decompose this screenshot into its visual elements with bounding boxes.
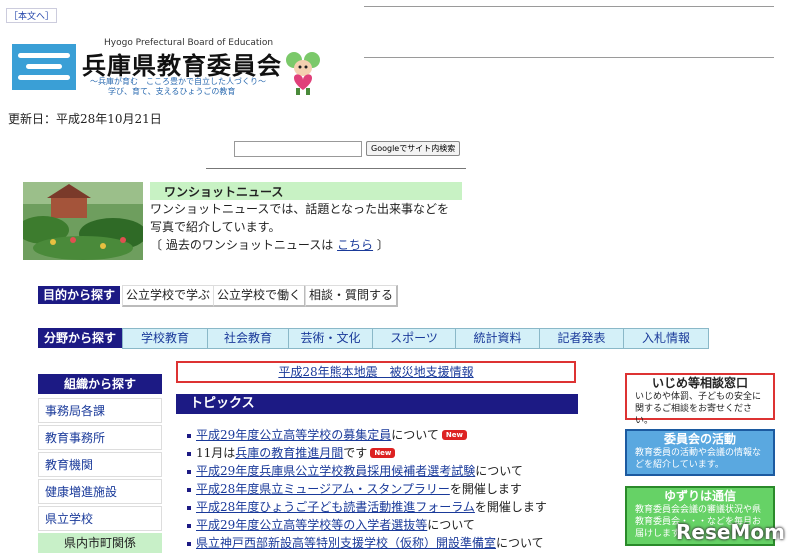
logo-band — [18, 53, 70, 58]
oneshot-news-header: ワンショットニュース — [150, 182, 462, 200]
topic-suffix: について — [475, 464, 523, 478]
topic-link[interactable]: 平成29年度兵庫県公立学校教員採用候補者選考試験 — [196, 464, 475, 478]
topic-item: 平成28年度ひょうご子ども読書活動推進フォーラムを開催します — [187, 499, 547, 516]
sidebar-item-health-facilities[interactable]: 健康増進施設 — [38, 479, 162, 504]
box-body: いじめや体罰、子どもの安全に関するご相談をお寄せください。 — [635, 392, 762, 426]
topic-suffix: を開催します — [449, 482, 522, 496]
purpose-work-button[interactable]: 公立学校で働く — [213, 285, 307, 307]
oneshot-past-line: 〔 過去のワンショットニュースは こちら 〕 — [150, 236, 470, 254]
field-tab-bidding[interactable]: 入札情報 — [623, 328, 709, 349]
topic-item: 11月は兵庫の教育推進月間です New — [186, 445, 396, 462]
oneshot-past-link[interactable]: こちら — [337, 238, 373, 252]
new-badge: New — [370, 448, 396, 458]
mascot-icon — [286, 52, 320, 95]
earthquake-support-banner[interactable]: 平成28年熊本地震 被災地支援情報 — [176, 361, 576, 383]
topic-prefix: 11月は — [196, 446, 236, 460]
purpose-nav-title: 目的から探す — [38, 286, 120, 304]
divider — [364, 6, 774, 7]
sidebar-item-institutions[interactable]: 教育機関 — [38, 452, 162, 477]
topic-suffix: について — [391, 428, 439, 442]
oneshot-news-body: ワンショットニュースでは、話題となった出来事などを 写真で紹介しています。 〔 … — [150, 200, 470, 254]
topic-item: 平成29年度兵庫県公立学校教員採用候補者選考試験について — [187, 463, 523, 480]
topic-suffix: について — [496, 536, 544, 550]
field-nav-title: 分野から探す — [38, 328, 122, 348]
topic-item: 県立神戸西部新設高等特別支援学校（仮称）開設準備室について — [187, 535, 544, 552]
topic-link[interactable]: 平成29年度公立高等学校等の入学者選抜等 — [196, 518, 427, 532]
watermark: ReseMom — [676, 520, 785, 544]
field-tab-press[interactable]: 記者発表 — [539, 328, 624, 349]
site-search-input[interactable] — [234, 141, 362, 157]
divider — [364, 57, 774, 58]
topic-item: 平成28年度県立ミュージアム・スタンプラリーを開催します — [187, 481, 522, 498]
field-tab-social-education[interactable]: 社会教育 — [207, 328, 289, 349]
board-logo[interactable] — [12, 44, 76, 90]
tagline-sub: 学び、育て、支えるひょうごの教育 — [108, 87, 236, 96]
topic-link[interactable]: 平成28年度県立ミュージアム・スタンプラリー — [196, 482, 450, 496]
bullying-consultation-box[interactable]: いじめ等相談窓口 いじめや体罰、子どもの安全に関するご相談をお寄せください。 — [625, 373, 775, 426]
oneshot-news-text: ワンショットニュースでは、話題となった出来事などを — [150, 202, 450, 216]
field-tab-school-education[interactable]: 学校教育 — [122, 328, 208, 349]
news-photo[interactable] — [23, 182, 143, 260]
logo-band — [18, 75, 70, 80]
sidebar-item-education-office[interactable]: 教育事務所 — [38, 425, 162, 450]
oneshot-past-prefix: 〔 過去のワンショットニュースは — [150, 238, 334, 252]
field-tab-sports[interactable]: スポーツ — [372, 328, 456, 349]
divider — [206, 168, 466, 169]
sidebar-subheader: 県内市町関係 — [38, 533, 162, 553]
topic-link[interactable]: 平成28年度ひょうご子ども読書活動推進フォーラム — [196, 500, 475, 514]
box-body: 教育委員の活動や会議の情報などを紹介しています。 — [635, 448, 762, 470]
sidebar-item-prefectural-schools[interactable]: 県立学校 — [38, 506, 162, 531]
logo-band — [26, 64, 62, 69]
topic-link[interactable]: 県立神戸西部新設高等特別支援学校（仮称）開設準備室 — [196, 536, 496, 550]
google-search-button[interactable]: Googleでサイト内検索 — [366, 141, 461, 156]
topic-item: 平成29年度公立高等学校等の入学者選抜等について — [187, 517, 475, 534]
updated-date: 更新日：平成28年10月21日 — [8, 112, 162, 126]
topic-suffix: です — [343, 446, 368, 460]
org-nav-title: 組織から探す — [38, 374, 162, 394]
topic-item: 平成29年度公立高等学校の募集定員について New — [187, 427, 467, 444]
oneshot-past-suffix: 〕 — [376, 238, 389, 252]
box-title: ゆずりは通信 — [663, 489, 736, 503]
oneshot-news-text: 写真で紹介しています。 — [150, 220, 281, 234]
box-title: いじめ等相談窓口 — [651, 376, 748, 390]
box-title: 委員会の活動 — [663, 432, 736, 446]
topics-header: トピックス — [176, 394, 578, 414]
topic-suffix: について — [427, 518, 475, 532]
committee-activity-box[interactable]: 委員会の活動 教育委員の活動や会議の情報などを紹介しています。 — [625, 429, 775, 476]
skip-to-content-link[interactable]: ［本文へ］ — [6, 8, 58, 23]
oneshot-news-title: ワンショットニュース — [164, 185, 284, 199]
purpose-study-button[interactable]: 公立学校で学ぶ — [122, 285, 216, 307]
topic-link[interactable]: 兵庫の教育推進月間 — [235, 446, 343, 460]
topic-link[interactable]: 平成29年度公立高等学校の募集定員 — [196, 428, 391, 442]
field-tab-arts-culture[interactable]: 芸術・文化 — [288, 328, 373, 349]
field-tab-statistics[interactable]: 統計資料 — [455, 328, 540, 349]
purpose-consult-button[interactable]: 相談・質問する — [305, 285, 399, 307]
earthquake-support-link[interactable]: 平成28年熊本地震 被災地支援情報 — [278, 365, 473, 379]
sidebar-item-secretariat[interactable]: 事務局各課 — [38, 398, 162, 423]
topic-suffix: を開催します — [474, 500, 547, 514]
new-badge: New — [441, 430, 467, 440]
